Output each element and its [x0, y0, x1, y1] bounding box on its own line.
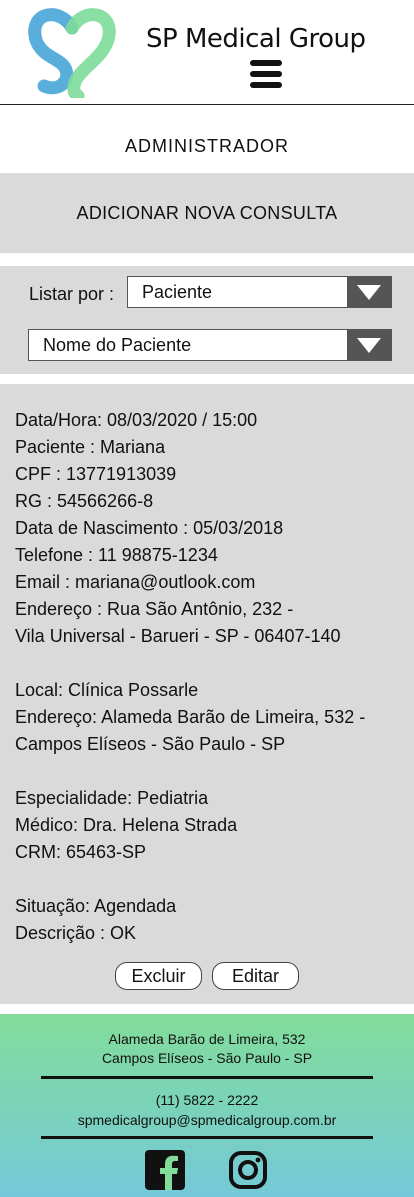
consulta-nascimento: Data de Nascimento : 05/03/2018 — [15, 518, 284, 538]
footer-email[interactable]: spmedicalgroup@spmedicalgroup.com.br — [0, 1112, 414, 1128]
footer-address-cont: Campos Elíseos - São Paulo - SP — [101, 1050, 313, 1066]
consulta-email: Email : mariana@outlook.com — [15, 572, 256, 592]
sp-heart-logo-icon[interactable] — [26, 6, 118, 98]
consulta-local-endereco-cont: Campos Elíseos - São Paulo - SP — [15, 734, 286, 754]
patient-name-select[interactable]: Nome do Paciente — [28, 329, 392, 361]
brand-name: SP Medical Group — [146, 24, 366, 54]
facebook-icon[interactable] — [145, 1150, 185, 1190]
consulta-telefone: Telefone : 11 98875-1234 — [15, 545, 218, 565]
consulta-endereco: Endereço : Rua São Antônio, 232 - — [15, 599, 294, 619]
consulta-endereco-cont: Vila Universal - Barueri - SP - 06407-14… — [15, 626, 341, 646]
header: SP Medical Group — [0, 0, 414, 105]
list-by-select[interactable]: Paciente — [127, 276, 392, 308]
patient-name-select-value: Nome do Paciente — [43, 335, 192, 355]
consulta-medico: Médico: Dra. Helena Strada — [15, 815, 238, 835]
editar-button[interactable]: Editar — [212, 962, 299, 990]
consulta-local: Local: Clínica Possarle — [15, 680, 199, 700]
consulta-descricao: Descrição : OK — [15, 923, 137, 943]
excluir-button[interactable]: Excluir — [115, 962, 202, 990]
consulta-cpf: CPF : 13771913039 — [15, 464, 177, 484]
add-consulta-bar: ADICIONAR NOVA CONSULTA — [0, 173, 414, 253]
chevron-down-icon[interactable] — [347, 277, 391, 307]
footer-divider — [41, 1136, 373, 1139]
instagram-icon[interactable] — [228, 1150, 268, 1190]
consulta-datahora: Data/Hora: 08/03/2020 / 15:00 — [15, 410, 258, 430]
footer-divider — [41, 1076, 373, 1079]
footer-phone: (11) 5822 - 2222 — [155, 1092, 259, 1108]
consulta-especialidade: Especialidade: Pediatria — [15, 788, 209, 808]
consulta-situacao: Situação: Agendada — [15, 896, 177, 916]
consulta-rg: RG : 54566266-8 — [15, 491, 154, 511]
list-by-select-value: Paciente — [142, 282, 213, 302]
consulta-crm: CRM: 65463-SP — [15, 842, 147, 862]
consulta-paciente: Paciente : Mariana — [15, 437, 166, 457]
footer-address: Alameda Barão de Limeira, 532 — [108, 1031, 306, 1047]
consulta-local-endereco: Endereço: Alameda Barão de Limeira, 532 … — [15, 707, 366, 727]
hamburger-menu-icon[interactable] — [250, 60, 282, 90]
chevron-down-icon[interactable] — [347, 330, 391, 360]
list-by-label: Listar por : — [29, 284, 115, 304]
add-consulta-button[interactable]: ADICIONAR NOVA CONSULTA — [0, 173, 414, 253]
page-title: ADMINISTRADOR — [124, 136, 289, 156]
